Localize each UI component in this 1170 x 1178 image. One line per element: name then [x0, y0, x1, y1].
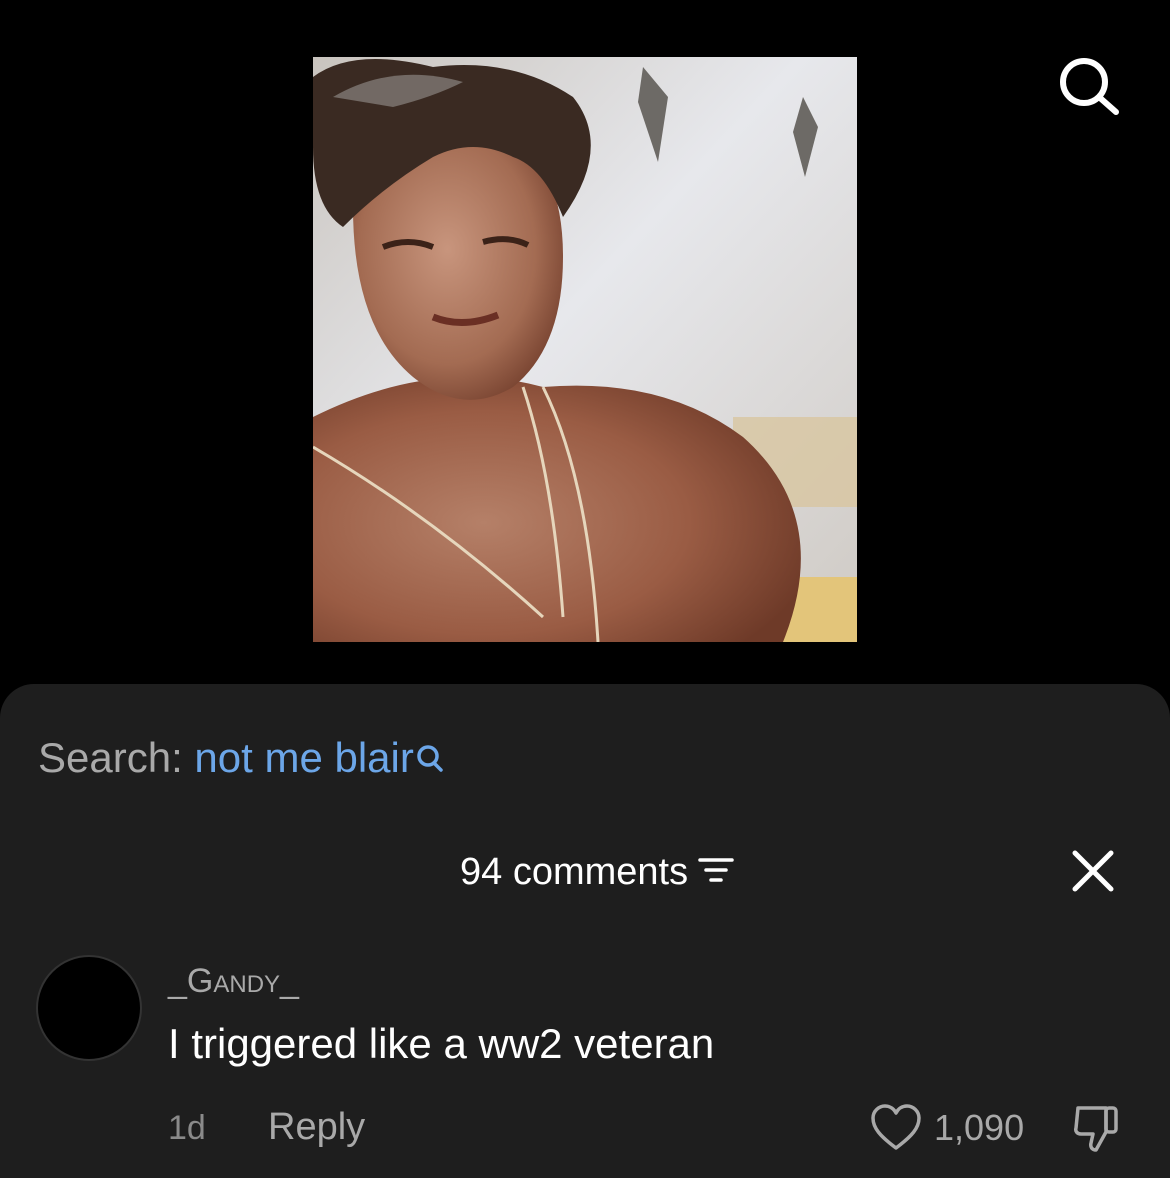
filter-icon	[698, 848, 734, 896]
comment-username[interactable]: _Gandy_	[168, 960, 299, 1002]
comment-timestamp: 1d	[168, 1109, 206, 1147]
like-count: 1,090	[934, 1107, 1025, 1148]
search-query-link[interactable]: not me blair	[194, 734, 413, 781]
search-icon[interactable]	[1052, 56, 1122, 116]
close-icon[interactable]	[1068, 846, 1118, 896]
comment-text: I triggered like a ww2 veteran	[168, 1020, 715, 1067]
search-prefix-label: Search:	[38, 734, 183, 781]
reply-button[interactable]: Reply	[268, 1104, 365, 1150]
search-suggestion[interactable]: Search: not me blair	[38, 730, 444, 786]
comments-count-label: 94 comments	[460, 851, 689, 893]
heart-icon[interactable]	[870, 1104, 922, 1152]
video-thumbnail-image	[313, 57, 857, 642]
video-thumbnail[interactable]	[313, 57, 857, 642]
thumbs-down-icon[interactable]	[1070, 1102, 1124, 1156]
comments-count-button[interactable]: 94 comments	[460, 848, 734, 896]
avatar[interactable]	[36, 955, 142, 1061]
tiktok-screen: Search: not me blair 94 comments _Gandy_…	[0, 0, 1170, 1178]
search-icon	[416, 732, 444, 788]
